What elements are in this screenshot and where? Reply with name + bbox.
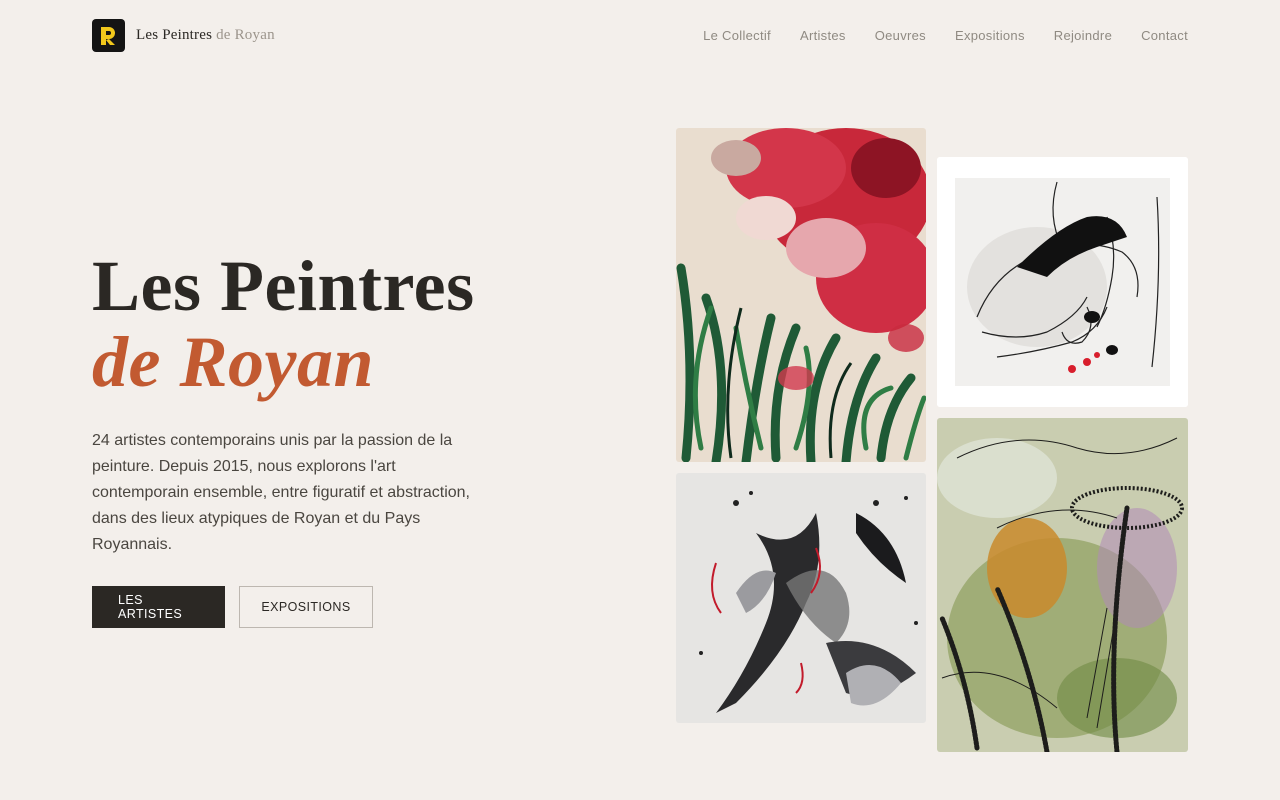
artwork-red-flowers[interactable]: [676, 128, 926, 462]
exhibitions-button[interactable]: EXPOSITIONS: [239, 586, 373, 628]
brand-name-part2: de Royan: [216, 27, 275, 43]
hero-title-line2: de Royan: [92, 322, 374, 402]
nav-contact[interactable]: Contact: [1141, 28, 1188, 43]
artists-button[interactable]: LES ARTISTES: [92, 586, 225, 628]
artwork-abstract-splashes[interactable]: [676, 473, 926, 723]
hero-title-line1: Les Peintres: [92, 246, 475, 326]
hero-title: Les Peintres de Royan: [92, 248, 475, 400]
artwork-green-branches[interactable]: [937, 418, 1188, 752]
nav-expositions[interactable]: Expositions: [955, 28, 1025, 43]
brand-logo-link[interactable]: Les Peintres de Royan: [92, 19, 275, 52]
main-nav: Le Collectif Artistes Oeuvres Exposition…: [703, 28, 1188, 43]
nav-artistes[interactable]: Artistes: [800, 28, 846, 43]
brand-name: Les Peintres de Royan: [136, 27, 275, 44]
nav-rejoindre[interactable]: Rejoindre: [1054, 28, 1112, 43]
hero-buttons: LES ARTISTES EXPOSITIONS: [92, 586, 373, 628]
pr-monogram-icon: [92, 19, 125, 52]
artwork-ink-drawing[interactable]: [937, 157, 1188, 407]
site-header: Les Peintres de Royan Le Collectif Artis…: [92, 19, 1188, 52]
nav-le-collectif[interactable]: Le Collectif: [703, 28, 771, 43]
brand-name-part1: Les Peintres: [136, 27, 213, 43]
nav-oeuvres[interactable]: Oeuvres: [875, 28, 926, 43]
hero-description: 24 artistes contemporains unis par la pa…: [92, 432, 470, 553]
